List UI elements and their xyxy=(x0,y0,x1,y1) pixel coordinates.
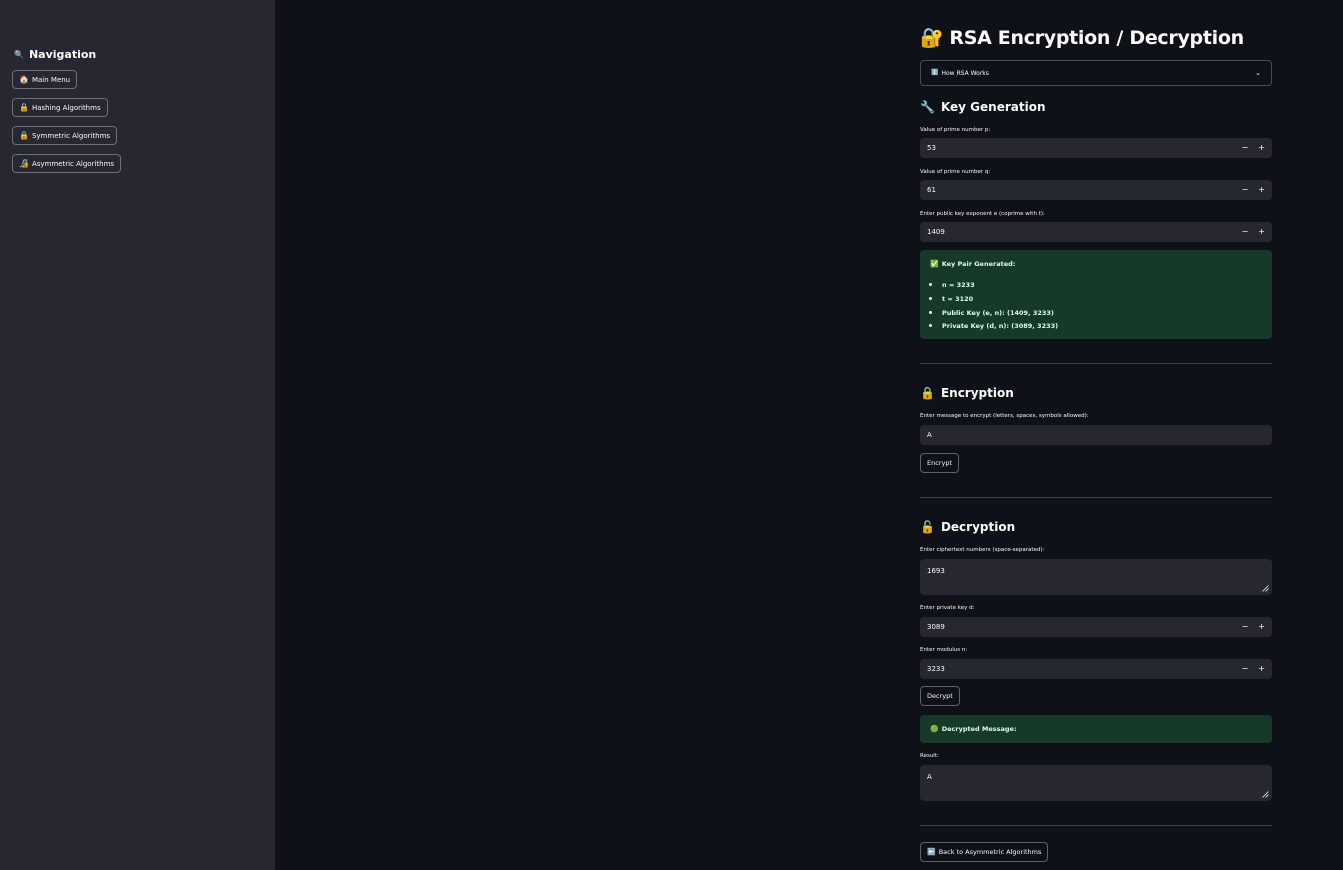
key-generation-heading: 🔧 Key Generation xyxy=(920,100,1046,114)
decrement-button[interactable]: − xyxy=(1242,228,1249,236)
lock-with-pen-icon: 🔏 xyxy=(19,158,29,168)
encrypt-button[interactable]: Encrypt xyxy=(920,453,959,473)
p-value: 53 xyxy=(927,144,936,152)
page-title: 🔐 RSA Encryption / Decryption xyxy=(920,27,1244,49)
sidebar-item-label: Asymmetric Algorithms xyxy=(31,159,115,168)
sidebar-item-main-menu[interactable]: 🏠 Main Menu xyxy=(12,70,78,89)
result-textarea[interactable]: A xyxy=(920,765,1272,801)
sidebar: 🔍 Navigation 🏠 Main Menu 🔒 Hashing Algor… xyxy=(0,0,275,870)
magnifier-icon: 🔍 xyxy=(14,49,24,59)
chevron-down-icon: ⌄ xyxy=(1255,69,1261,77)
back-to-asymmetric-button[interactable]: ⬅️ Back to Asymmetric Algorithms xyxy=(920,842,1049,862)
decrypt-button[interactable]: Decrypt xyxy=(920,686,960,706)
sidebar-item-symmetric[interactable]: 🔒 Symmetric Algorithms xyxy=(12,126,118,145)
success-title: Decrypted Message: xyxy=(941,725,1017,733)
sidebar-title: 🔍 Navigation xyxy=(14,48,96,61)
e-value: 1409 xyxy=(927,228,945,236)
sidebar-item-label: Main Menu xyxy=(31,75,71,84)
increment-button[interactable]: + xyxy=(1258,623,1265,631)
d-value: 3089 xyxy=(927,623,945,631)
lock-icon: 🔒 xyxy=(920,386,935,400)
divider xyxy=(920,825,1272,826)
key-pair-success-box: ✅ Key Pair Generated: n = 3233 t = 3120 … xyxy=(920,250,1272,339)
e-label: Enter public key exponent e (coprime wit… xyxy=(920,211,1045,217)
wrench-icon: 🔧 xyxy=(920,100,935,114)
back-button-label: Back to Asymmetric Algorithms xyxy=(938,848,1042,856)
decrement-button[interactable]: − xyxy=(1242,186,1249,194)
n-number-input[interactable]: 3233 − + xyxy=(920,659,1272,679)
p-number-input[interactable]: 53 − + xyxy=(920,138,1272,158)
how-rsa-works-expander[interactable]: ℹ️ How RSA Works ⌄ xyxy=(920,60,1272,86)
lock-icon: 🔒 xyxy=(19,130,29,140)
success-title: Key Pair Generated: xyxy=(941,260,1016,268)
ciphertext-value: 1693 xyxy=(927,567,945,575)
green-circle-icon: 🟢 xyxy=(930,724,939,733)
q-label: Value of prime number q: xyxy=(920,169,991,175)
message-input[interactable]: A xyxy=(920,425,1272,445)
info-icon: ℹ️ xyxy=(931,69,939,76)
success-head: 🟢 Decrypted Message: xyxy=(930,725,1017,733)
ciphertext-textarea[interactable]: 1693 xyxy=(920,559,1272,595)
divider xyxy=(920,363,1272,364)
page-title-text: RSA Encryption / Decryption xyxy=(949,27,1244,49)
increment-button[interactable]: + xyxy=(1258,144,1265,152)
decrement-button[interactable]: − xyxy=(1242,665,1249,673)
back-arrow-icon: ⬅️ xyxy=(927,847,936,856)
heading-text: Key Generation xyxy=(940,100,1046,114)
q-value: 61 xyxy=(927,186,936,194)
list-item: t = 3120 xyxy=(928,295,974,303)
decrement-button[interactable]: − xyxy=(1242,623,1249,631)
unlocked-icon: 🔓 xyxy=(920,520,935,534)
sidebar-item-label: Hashing Algorithms xyxy=(31,103,101,112)
increment-button[interactable]: + xyxy=(1258,186,1265,194)
lock-with-key-icon: 🔐 xyxy=(920,26,944,49)
success-head: ✅ Key Pair Generated: xyxy=(930,260,1015,268)
list-item: n = 3233 xyxy=(929,281,975,289)
sidebar-item-hashing[interactable]: 🔒 Hashing Algorithms xyxy=(12,98,108,117)
sidebar-item-asymmetric[interactable]: 🔏 Asymmetric Algorithms xyxy=(12,154,122,173)
result-value: A xyxy=(927,773,932,781)
decryption-heading: 🔓 Decryption xyxy=(920,520,1015,534)
e-number-input[interactable]: 1409 − + xyxy=(920,222,1272,242)
ciphertext-label: Enter ciphertext numbers (space-separate… xyxy=(920,547,1045,553)
expander-label: How RSA Works xyxy=(941,69,989,77)
d-number-input[interactable]: 3089 − + xyxy=(920,617,1272,637)
q-number-input[interactable]: 61 − + xyxy=(920,180,1272,200)
p-label: Value of prime number p: xyxy=(920,127,991,133)
encryption-heading: 🔒 Encryption xyxy=(920,386,1014,400)
list-item: Public Key (e, n): (1409, 3233) xyxy=(929,309,1054,317)
sidebar-item-label: Symmetric Algorithms xyxy=(31,131,111,140)
sidebar-title-text: Navigation xyxy=(28,48,97,61)
decrement-button[interactable]: − xyxy=(1242,144,1249,152)
divider xyxy=(920,497,1272,498)
house-icon: 🏠 xyxy=(19,74,29,84)
result-label: Result: xyxy=(920,753,939,759)
check-mark-icon: ✅ xyxy=(930,259,939,268)
message-value: A xyxy=(927,431,932,439)
decrypted-success-box: 🟢 Decrypted Message: xyxy=(920,715,1272,743)
heading-text: Encryption xyxy=(940,386,1014,400)
increment-button[interactable]: + xyxy=(1258,665,1265,673)
increment-button[interactable]: + xyxy=(1258,228,1265,236)
list-item: Private Key (d, n): (3089, 3233) xyxy=(928,322,1059,330)
modulus-label: Enter modulus n: xyxy=(920,647,968,653)
resize-handle-icon[interactable] xyxy=(1262,791,1269,798)
private-key-label: Enter private key d: xyxy=(920,605,975,611)
message-label: Enter message to encrypt (letters, space… xyxy=(920,413,1089,419)
lock-icon: 🔒 xyxy=(19,102,29,112)
resize-handle-icon[interactable] xyxy=(1262,585,1269,592)
heading-text: Decryption xyxy=(940,520,1016,534)
n-value: 3233 xyxy=(927,665,945,673)
